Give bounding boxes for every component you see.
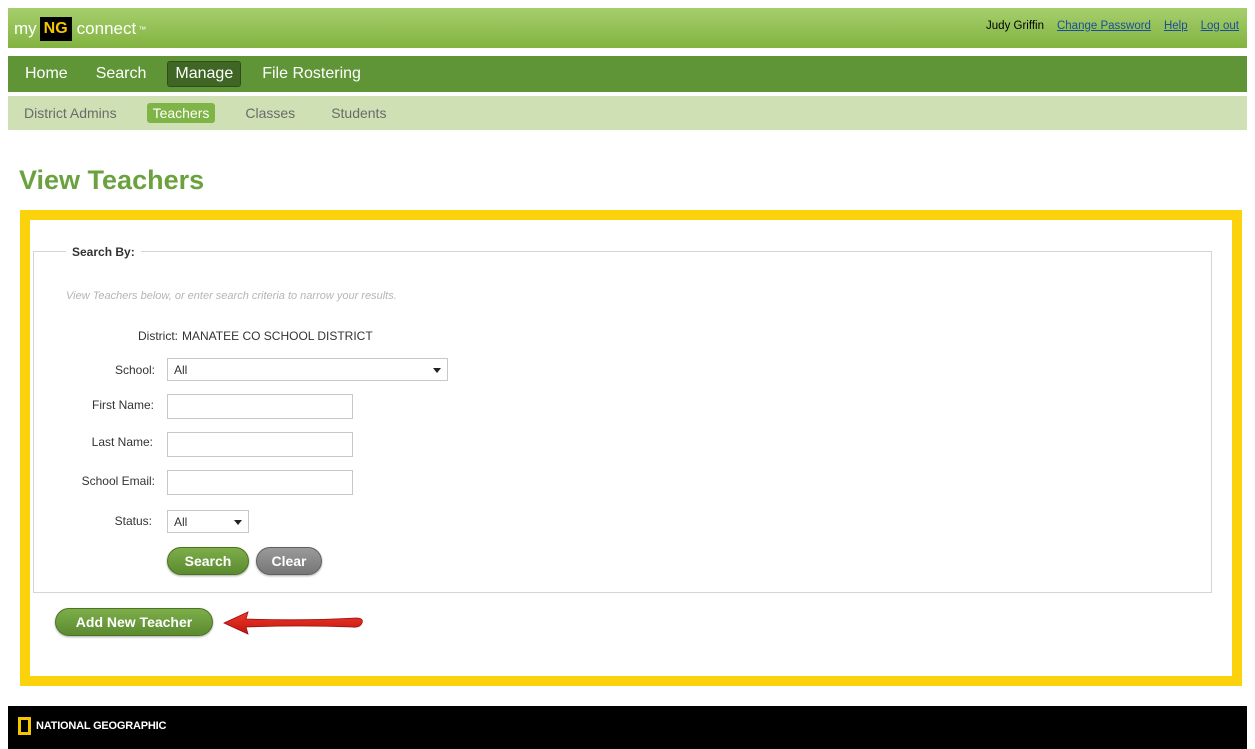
national-geographic-logo-icon xyxy=(18,717,31,735)
search-hint: View Teachers below, or enter search cri… xyxy=(66,290,397,302)
first-name-label: First Name: xyxy=(91,398,154,412)
nav-manage[interactable]: Manage xyxy=(167,61,242,87)
footer-bar: NATIONAL GEOGRAPHIC xyxy=(8,706,1247,749)
nav-file-rostering[interactable]: File Rostering xyxy=(255,62,368,86)
school-select[interactable]: All xyxy=(167,358,448,381)
main-nav: Home Search Manage File Rostering xyxy=(8,56,1247,92)
myngconnect-logo[interactable]: my NG connect ™ xyxy=(14,16,146,42)
logo-connect: connect xyxy=(76,19,137,38)
footer-brand: NATIONAL GEOGRAPHIC xyxy=(36,720,167,732)
last-name-label: Last Name: xyxy=(91,435,153,449)
district-label: District: xyxy=(138,329,178,343)
first-name-input[interactable] xyxy=(167,394,353,419)
district-value: MANATEE CO SCHOOL DISTRICT xyxy=(182,329,373,343)
chevron-down-icon xyxy=(433,368,441,373)
sub-nav: District Admins Teachers Classes Student… xyxy=(8,96,1247,130)
page-title: View Teachers xyxy=(19,165,205,195)
logo-my: my xyxy=(14,19,37,38)
logout-link[interactable]: Log out xyxy=(1201,20,1239,32)
nav-home[interactable]: Home xyxy=(18,62,75,86)
change-password-link[interactable]: Change Password xyxy=(1057,20,1151,32)
add-new-teacher-button[interactable]: Add New Teacher xyxy=(55,608,213,636)
top-header-bar: my NG connect ™ Judy Griffin Change Pass… xyxy=(8,8,1247,48)
chevron-down-icon xyxy=(234,520,242,525)
red-arrow-annotation xyxy=(223,611,363,635)
user-name: Judy Griffin xyxy=(986,20,1044,32)
school-label: School: xyxy=(114,363,155,377)
subnav-district-admins[interactable]: District Admins xyxy=(18,103,123,123)
subnav-teachers[interactable]: Teachers xyxy=(146,103,216,123)
app-window: my NG connect ™ Judy Griffin Change Pass… xyxy=(0,0,1255,749)
subnav-students[interactable]: Students xyxy=(325,103,392,123)
search-button[interactable]: Search xyxy=(167,547,249,575)
search-fieldset xyxy=(33,251,1212,593)
logo-ng: NG xyxy=(39,17,72,41)
school-email-input[interactable] xyxy=(167,470,353,495)
school-email-label: School Email: xyxy=(81,474,155,488)
subnav-classes[interactable]: Classes xyxy=(239,103,301,123)
school-select-value: All xyxy=(174,363,188,377)
status-select-value: All xyxy=(174,515,188,529)
help-link[interactable]: Help xyxy=(1164,20,1188,32)
logo-trademark: ™ xyxy=(138,24,147,34)
search-legend: Search By: xyxy=(66,245,141,259)
nav-search[interactable]: Search xyxy=(89,62,154,86)
status-label: Status: xyxy=(114,514,152,528)
user-menu: Judy Griffin Change Password Help Log ou… xyxy=(986,20,1239,32)
status-select[interactable]: All xyxy=(167,510,249,533)
clear-button[interactable]: Clear xyxy=(256,547,322,575)
last-name-input[interactable] xyxy=(167,432,353,457)
